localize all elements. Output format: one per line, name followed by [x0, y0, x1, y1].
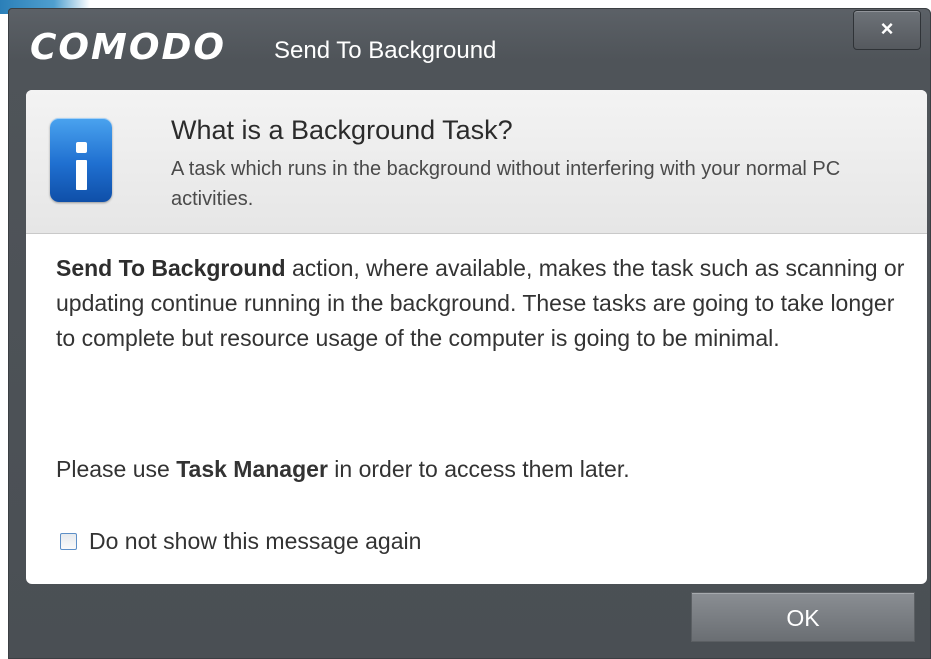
- body-paragraph-2-suffix: in order to access them later.: [327, 456, 630, 482]
- close-button[interactable]: ×: [853, 10, 921, 50]
- body-paragraph-1: Send To Background action, where availab…: [56, 251, 916, 356]
- title-bar: COMODO Send To Background ×: [8, 8, 931, 88]
- info-icon: [50, 118, 112, 202]
- send-to-background-term: Send To Background: [56, 255, 286, 281]
- ok-button[interactable]: OK: [691, 592, 915, 642]
- do-not-show-again-label[interactable]: Do not show this message again: [89, 528, 421, 555]
- body-paragraph-2: Please use Task Manager in order to acce…: [56, 452, 916, 487]
- info-header: What is a Background Task? A task which …: [26, 90, 927, 234]
- content-panel: What is a Background Task? A task which …: [26, 90, 927, 584]
- task-manager-term: Task Manager: [176, 456, 328, 482]
- dialog-window: COMODO Send To Background × What is a Ba…: [8, 8, 931, 659]
- info-description: A task which runs in the background with…: [171, 158, 841, 210]
- window-title: Send To Background: [274, 37, 497, 64]
- comodo-logo: COMODO: [30, 27, 226, 68]
- do-not-show-again-checkbox[interactable]: [60, 532, 77, 550]
- do-not-show-again-row[interactable]: Do not show this message again: [60, 526, 421, 556]
- body-paragraph-2-prefix: Please use: [56, 456, 177, 482]
- info-heading: What is a Background Task?: [171, 115, 513, 145]
- close-icon: ×: [880, 16, 894, 41]
